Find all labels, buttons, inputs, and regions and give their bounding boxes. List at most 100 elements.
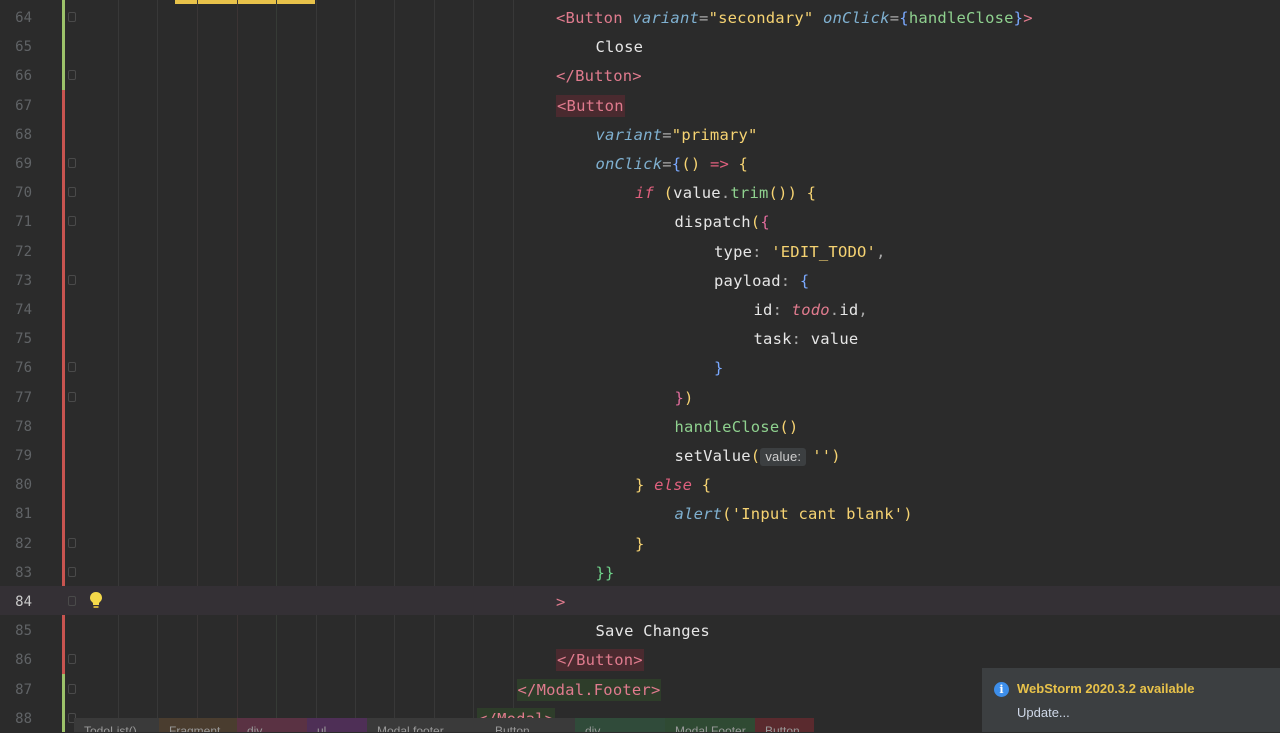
code-token: onClick [822,9,890,27]
code-text: if (value.trim()) { [635,184,816,202]
fold-marker-icon[interactable] [68,596,76,606]
code-token: , [876,242,886,261]
code-token: dispatch [674,213,751,232]
code-token: ) [831,447,841,465]
code-token: } [674,388,685,407]
code-text: Close [596,38,644,56]
breadcrumb-item[interactable]: Button [485,718,585,732]
code-line[interactable]: 74 id: todo.id, [0,295,1280,324]
code-token: , [858,301,868,319]
code-line[interactable]: 65 Close [0,32,1280,61]
fold-marker-icon[interactable] [68,158,76,168]
code-token: () [768,184,788,203]
code-token: </Button> [557,651,643,670]
code-line[interactable]: 83}} [0,558,1280,587]
code-line[interactable]: 81 alert('Input cant blank') [0,499,1280,528]
code-text: type: 'EDIT_TODO', [714,243,886,261]
line-number: 74 [15,302,32,318]
code-token: "primary" [671,125,758,144]
code-text: <Button variant="secondary" onClick={han… [556,9,1033,27]
code-token: { [797,184,817,203]
code-token: Close [595,38,644,57]
code-text: <Button [556,94,625,117]
breadcrumb-item[interactable]: TodoList() [74,718,169,732]
code-token: 'Input cant blank' [731,505,904,524]
fold-marker-icon[interactable] [68,683,76,694]
breadcrumb-item[interactable]: Modal.Footer [665,718,765,732]
code-token: ( [750,447,761,465]
code-line[interactable]: 64 <Button variant="secondary" onClick={h… [0,3,1280,32]
breadcrumb-item[interactable]: div [237,718,317,732]
code-token: < [556,9,566,27]
code-token: > [556,593,566,611]
line-number: 77 [15,389,32,406]
fold-marker-icon[interactable] [68,12,76,22]
fold-marker-icon[interactable] [68,70,76,81]
line-number: 88 [15,710,32,727]
code-token: : [791,330,811,349]
line-number: 72 [15,243,32,260]
fold-marker-icon[interactable] [68,537,76,548]
breadcrumb-item[interactable]: Button [755,718,814,732]
line-number: 79 [15,448,32,464]
breadcrumb-item[interactable]: Fragment [159,718,247,732]
fold-marker-icon[interactable] [68,274,76,285]
code-line[interactable]: 70 if (value.trim()) { [0,178,1280,207]
fold-marker-icon[interactable] [68,216,76,227]
code-line[interactable]: 66 </Button> [0,61,1280,90]
code-line[interactable]: 76} [0,353,1280,382]
line-number: 81 [15,506,32,523]
fold-marker-icon[interactable] [68,566,76,577]
code-text: > [556,593,566,611]
line-number: 71 [15,214,32,231]
fold-marker-icon[interactable] [68,391,76,402]
code-line[interactable]: 68 variant="primary" [0,120,1280,149]
notification-title: WebStorm 2020.3.2 available [1017,681,1195,696]
code-token: ( [722,505,732,524]
code-token: value [810,330,859,349]
line-number: 68 [15,126,32,143]
code-token: </Button> [556,67,642,86]
code-line[interactable]: 82} [0,529,1280,558]
code-text: handleClose() [675,418,799,436]
line-number: 65 [15,39,32,56]
code-line[interactable]: 69 onClick={() => { [0,149,1280,178]
code-editor[interactable]: 64 <Button variant="secondary" onClick={h… [0,0,1280,732]
code-text: </Button> [556,649,644,672]
code-line[interactable]: 71 dispatch({ [0,207,1280,236]
code-token: ( [654,184,674,203]
code-line[interactable]: 77}) [0,383,1280,412]
fold-marker-icon[interactable] [68,654,76,665]
code-line[interactable]: 67 <Button [0,91,1280,120]
code-token: => [700,155,739,173]
code-line[interactable]: 84 > [0,587,1280,616]
code-token: setValue [674,447,751,465]
code-token: task [753,330,792,349]
breadcrumb-item[interactable]: Modal.footer [367,718,495,732]
code-line[interactable]: 78 handleClose() [0,412,1280,441]
code-token: type [714,242,753,261]
code-text: }) [675,389,694,407]
code-token: payload [714,271,781,290]
breadcrumb-item[interactable]: div [575,718,675,732]
code-token: { [760,213,770,232]
fold-marker-icon[interactable] [68,187,76,198]
code-line[interactable]: 72 type: 'EDIT_TODO', [0,237,1280,266]
line-number: 69 [15,156,32,172]
code-line[interactable]: 85 Save Changes [0,616,1280,645]
update-link[interactable]: Update... [1017,705,1070,720]
code-token: <Button [557,96,624,115]
code-text: payload: { [714,272,809,290]
code-line[interactable]: 75 task: value [0,324,1280,353]
line-number: 66 [15,68,32,85]
code-token: : [752,242,772,261]
code-text: }} [596,564,615,582]
fold-marker-icon[interactable] [68,362,76,373]
code-line[interactable]: 79 setValue(value: '') [0,441,1280,470]
code-text: id: todo.id, [754,301,868,319]
code-token: } [635,476,645,495]
code-text: task: value [754,330,859,348]
code-line[interactable]: 80} else { [0,470,1280,499]
intention-bulb-icon[interactable] [88,590,104,610]
code-line[interactable]: 73 payload: { [0,266,1280,295]
